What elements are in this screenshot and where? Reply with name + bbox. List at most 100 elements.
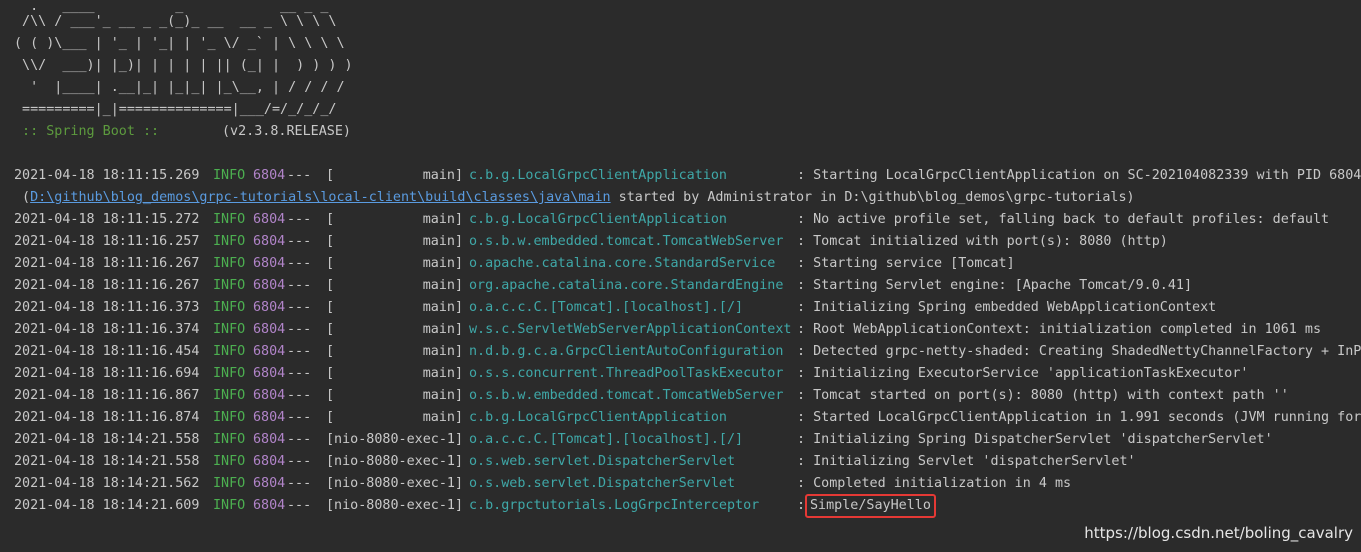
log-separator: ---: [287, 278, 312, 293]
log-timestamp: 2021-04-18 18:14:21.609: [14, 498, 200, 513]
log-message: : Initializing Servlet 'dispatcherServle…: [797, 454, 1136, 469]
log-thread: [nio-8080-exec-1]: [326, 454, 464, 469]
banner-text: ( ( )\___ | '_ | '_| | '_ \/ _` | \ \ \ …: [14, 36, 345, 51]
log-pid: 6804: [253, 168, 286, 183]
log-thread: [ main]: [326, 256, 464, 271]
log-message: : Initializing Spring DispatcherServlet …: [797, 432, 1273, 447]
log-logger: w.s.c.ServletWebServerApplicationContext: [469, 322, 792, 337]
log-separator: ---: [287, 388, 312, 403]
log-level: INFO: [213, 256, 246, 271]
log-timestamp: 2021-04-18 18:11:16.454: [14, 344, 200, 359]
log-timestamp: 2021-04-18 18:11:15.269: [14, 168, 200, 183]
log-level: INFO: [213, 344, 246, 359]
log-timestamp: 2021-04-18 18:14:21.558: [14, 432, 200, 447]
log-logger: o.apache.catalina.core.StandardService: [469, 256, 776, 271]
log-separator: ---: [287, 344, 312, 359]
log-timestamp: 2021-04-18 18:14:21.562: [14, 476, 200, 491]
log-separator: ---: [287, 366, 312, 381]
log-pid: 6804: [253, 432, 286, 447]
log-timestamp: 2021-04-18 18:11:16.874: [14, 410, 200, 425]
log-separator: ---: [287, 168, 312, 183]
log-pid: 6804: [253, 212, 286, 227]
log-thread: [ main]: [326, 212, 464, 227]
log-logger: n.d.b.g.c.a.GrpcClientAutoConfiguration: [469, 344, 784, 359]
log-logger: o.s.web.servlet.DispatcherServlet: [469, 454, 736, 469]
highlighted-message: Simple/SayHello: [805, 494, 936, 518]
log-thread: [ main]: [326, 410, 464, 425]
log-level: INFO: [213, 322, 246, 337]
log-level: INFO: [213, 432, 246, 447]
log-message-prefix: :: [797, 498, 806, 513]
log-message: : Starting Servlet engine: [Apache Tomca…: [797, 278, 1193, 293]
log-message: : Starting LocalGrpcClientApplication on…: [797, 168, 1361, 183]
log-pid: 6804: [253, 278, 286, 293]
log-thread: [ main]: [326, 344, 464, 359]
continuation-text: (D:\github\blog_demos\grpc-tutorials\loc…: [14, 187, 1135, 209]
log-message: : Starting service [Tomcat]: [797, 256, 1015, 271]
log-thread: [ main]: [326, 234, 464, 249]
log-separator: ---: [287, 432, 312, 447]
continuation-rest: started by Administrator in D:\github\bl…: [610, 190, 1135, 205]
log-thread: [nio-8080-exec-1]: [326, 498, 464, 513]
log-message: : Root WebApplicationContext: initializa…: [797, 322, 1322, 337]
log-message: : Started LocalGrpcClientApplication in …: [797, 410, 1361, 425]
classpath-link[interactable]: D:\github\blog_demos\grpc-tutorials\loca…: [30, 190, 610, 205]
log-message: : Detected grpc-netty-shaded: Creating S…: [797, 344, 1361, 359]
log-pid: 6804: [253, 498, 286, 513]
log-separator: ---: [287, 256, 312, 271]
log-timestamp: 2021-04-18 18:11:15.272: [14, 212, 200, 227]
log-message: : Tomcat initialized with port(s): 8080 …: [797, 234, 1168, 249]
log-logger: o.s.s.concurrent.ThreadPoolTaskExecutor: [469, 366, 784, 381]
log-timestamp: 2021-04-18 18:11:16.267: [14, 278, 200, 293]
log-thread: [nio-8080-exec-1]: [326, 476, 464, 491]
log-timestamp: 2021-04-18 18:11:16.257: [14, 234, 200, 249]
log-separator: ---: [287, 476, 312, 491]
log-pid: 6804: [253, 454, 286, 469]
log-thread: [ main]: [326, 300, 464, 315]
log-level: INFO: [213, 234, 246, 249]
log-level: INFO: [213, 168, 246, 183]
log-message: : Tomcat started on port(s): 8080 (http)…: [797, 388, 1289, 403]
log-level: INFO: [213, 278, 246, 293]
log-message: : Completed initialization in 4 ms: [797, 476, 1072, 491]
log-timestamp: 2021-04-18 18:11:16.267: [14, 256, 200, 271]
log-logger: c.b.grpctutorials.LogGrpcInterceptor: [469, 498, 760, 513]
log-level: INFO: [213, 410, 246, 425]
banner-text: ' |____| .__|_| |_|_| |_\__, | / / / /: [14, 80, 345, 95]
log-timestamp: 2021-04-18 18:11:16.374: [14, 322, 200, 337]
log-separator: ---: [287, 454, 312, 469]
log-pid: 6804: [253, 234, 286, 249]
log-separator: ---: [287, 234, 312, 249]
log-pid: 6804: [253, 344, 286, 359]
log-level: INFO: [213, 498, 246, 513]
log-level: INFO: [213, 366, 246, 381]
log-thread: [ main]: [326, 388, 464, 403]
log-logger: c.b.g.LocalGrpcClientApplication: [469, 410, 727, 425]
log-message: : No active profile set, falling back to…: [797, 212, 1330, 227]
continuation-open: (: [14, 190, 31, 205]
console-output[interactable]: . ____ _ __ _ _ /\\ / ___'_ __ _ _(_)_ _…: [0, 0, 1361, 552]
log-timestamp: 2021-04-18 18:14:21.558: [14, 454, 200, 469]
log-logger: c.b.g.LocalGrpcClientApplication: [469, 168, 727, 183]
log-thread: [ main]: [326, 322, 464, 337]
log-pid: 6804: [253, 322, 286, 337]
log-pid: 6804: [253, 410, 286, 425]
watermark-text: https://blog.csdn.net/boling_cavalry: [1084, 524, 1353, 542]
log-timestamp: 2021-04-18 18:11:16.694: [14, 366, 200, 381]
log-message: : Initializing Spring embedded WebApplic…: [797, 300, 1217, 315]
log-logger: o.a.c.c.C.[Tomcat].[localhost].[/]: [469, 300, 744, 315]
log-message: : Initializing ExecutorService 'applicat…: [797, 366, 1249, 381]
log-pid: 6804: [253, 300, 286, 315]
log-level: INFO: [213, 454, 246, 469]
spring-boot-label: :: Spring Boot ::: [14, 124, 160, 139]
log-logger: org.apache.catalina.core.StandardEngine: [469, 278, 784, 293]
spring-boot-version: (v2.3.8.RELEASE): [222, 124, 351, 139]
log-pid: 6804: [253, 388, 286, 403]
log-thread: [ main]: [326, 366, 464, 381]
log-pid: 6804: [253, 256, 286, 271]
log-separator: ---: [287, 322, 312, 337]
log-timestamp: 2021-04-18 18:11:16.373: [14, 300, 200, 315]
banner-text: /\\ / ___'_ __ _ _(_)_ __ __ _ \ \ \ \: [14, 14, 337, 29]
log-logger: o.s.b.w.embedded.tomcat.TomcatWebServer: [469, 234, 784, 249]
log-level: INFO: [213, 476, 246, 491]
